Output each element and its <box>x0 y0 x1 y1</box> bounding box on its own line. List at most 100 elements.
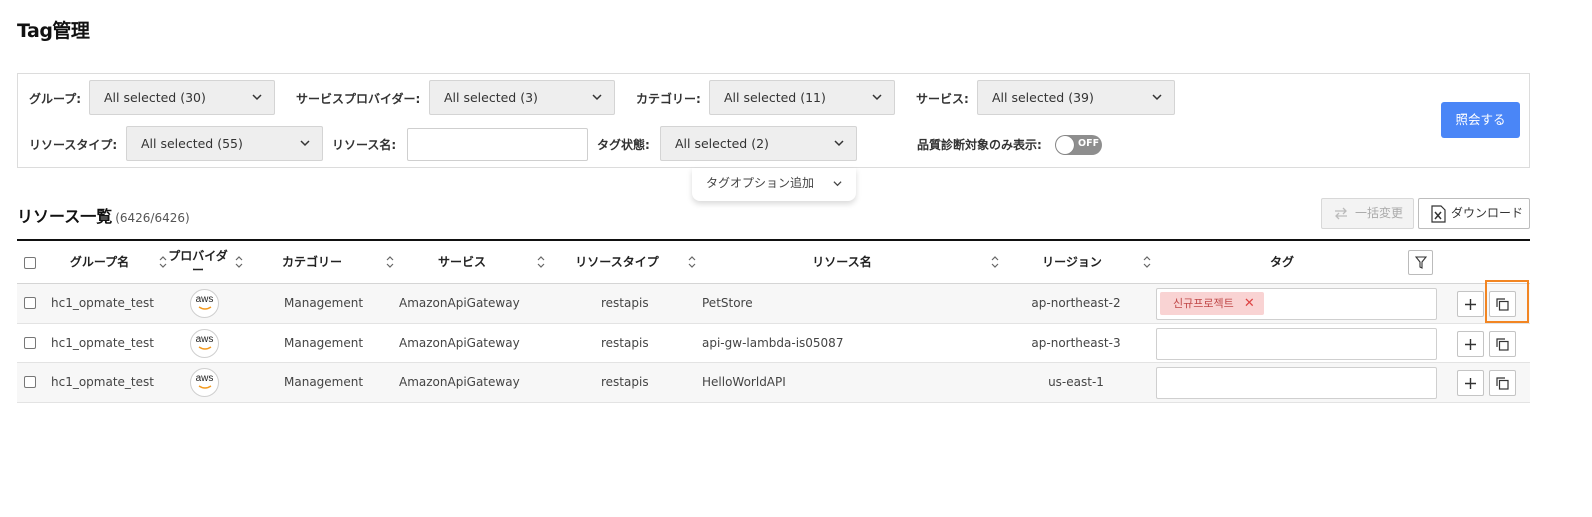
resource-name-input[interactable] <box>407 128 588 161</box>
aws-logo-text: aws <box>195 373 214 384</box>
add-tag-button[interactable] <box>1457 370 1484 396</box>
row-checkbox[interactable] <box>24 376 36 388</box>
chevron-down-icon <box>300 140 310 147</box>
column-header-region[interactable]: リージョン <box>1017 241 1127 284</box>
select-all-checkbox[interactable] <box>24 257 36 269</box>
tag-status-select-value: All selected (2) <box>675 136 769 151</box>
group-select-value: All selected (30) <box>104 90 206 105</box>
sort-icon[interactable] <box>991 255 999 269</box>
tag-status-filter-label: タグ状態: <box>597 138 650 152</box>
tag-filter-button[interactable] <box>1408 250 1433 275</box>
service-select[interactable]: All selected (39) <box>977 80 1175 115</box>
table-header: グループ名 プロバイダー カテゴリー サービス リソースタイプ リソース名 リー… <box>17 239 1530 284</box>
chevron-down-icon <box>252 94 262 101</box>
category-select-value: All selected (11) <box>724 90 826 105</box>
cell-service: AmazonApiGateway <box>399 296 520 310</box>
excel-icon <box>1431 205 1446 223</box>
cell-category: Management <box>284 335 364 350</box>
aws-logo: aws <box>190 289 219 318</box>
chevron-down-icon <box>833 181 842 187</box>
cell-region: ap-northeast-2 <box>1031 296 1121 310</box>
column-header-group[interactable]: グループ名 <box>57 241 142 284</box>
row-checkbox[interactable] <box>24 336 36 349</box>
page-title: Tag管理 <box>17 20 90 42</box>
cell-group: hc1_opmate_test <box>51 296 154 310</box>
toggle-knob <box>1056 136 1074 154</box>
cell-group: hc1_opmate_test <box>51 375 154 389</box>
sort-icon[interactable] <box>386 255 394 269</box>
toggle-state: OFF <box>1078 138 1100 149</box>
resource-type-select[interactable]: All selected (55) <box>126 126 323 161</box>
cell-group: hc1_opmate_test <box>51 335 154 350</box>
filter-icon <box>1415 256 1427 269</box>
resource-type-select-value: All selected (55) <box>141 136 243 151</box>
resource-list-title-text: リソース一覧 <box>17 207 113 226</box>
tag-input[interactable] <box>1156 367 1437 399</box>
copy-icon <box>1496 377 1509 390</box>
swap-icon <box>1335 207 1347 220</box>
row-checkbox[interactable] <box>24 297 36 309</box>
column-header-resource-type[interactable]: リソースタイプ <box>562 241 672 284</box>
column-header-service[interactable]: サービス <box>407 241 517 284</box>
cell-resource-name: PetStore <box>702 296 753 310</box>
tag-status-select[interactable]: All selected (2) <box>660 126 857 161</box>
cell-resource-type: restapis <box>601 375 649 389</box>
bulk-change-button[interactable]: 一括変更 <box>1321 198 1414 229</box>
cell-region: us-east-1 <box>1048 375 1104 389</box>
resource-count: (6426/6426) <box>115 211 190 225</box>
copy-tag-button[interactable] <box>1489 370 1516 396</box>
sort-icon[interactable] <box>1143 255 1151 269</box>
tag-option-label: タグオプション追加 <box>706 176 815 190</box>
download-label: ダウンロード <box>1451 206 1524 220</box>
chevron-down-icon <box>834 140 844 147</box>
cell-resource-name: api-gw-lambda-is05087 <box>702 335 844 350</box>
cell-service: AmazonApiGateway <box>399 375 520 389</box>
tag-option-toggle[interactable]: タグオプション追加 <box>692 168 856 201</box>
provider-select[interactable]: All selected (3) <box>429 80 615 115</box>
aws-logo: aws <box>190 368 219 397</box>
plus-icon <box>1465 338 1476 350</box>
resource-type-filter-label: リソースタイプ: <box>29 138 118 152</box>
cell-service: AmazonApiGateway <box>399 335 520 350</box>
sort-icon[interactable] <box>537 255 545 269</box>
cell-category: Management <box>284 375 364 389</box>
group-filter-label: グループ: <box>29 92 82 106</box>
tag-chip: 신규프로젝트 ✕ <box>1160 292 1264 315</box>
sort-icon[interactable] <box>159 255 167 269</box>
table-row: hc1_opmate_test aws Management AmazonApi… <box>17 363 1530 403</box>
table-row: hc1_opmate_test aws Management AmazonApi… <box>17 284 1530 324</box>
resource-table: グループ名 プロバイダー カテゴリー サービス リソースタイプ リソース名 リー… <box>17 239 1530 403</box>
add-tag-button[interactable] <box>1457 291 1484 317</box>
cell-resource-name: HelloWorldAPI <box>702 375 786 389</box>
cell-category: Management <box>284 296 364 310</box>
sort-icon[interactable] <box>688 255 696 269</box>
sort-icon[interactable] <box>235 255 243 269</box>
aws-logo-text: aws <box>195 294 214 305</box>
add-tag-button[interactable] <box>1457 330 1484 357</box>
quality-only-toggle[interactable]: OFF <box>1055 135 1102 155</box>
quality-only-label: 品質診断対象のみ表示: <box>917 138 1042 152</box>
category-select[interactable]: All selected (11) <box>709 80 895 115</box>
chevron-down-icon <box>872 94 882 101</box>
aws-logo-text: aws <box>195 333 214 345</box>
column-header-category[interactable]: カテゴリー <box>257 241 367 284</box>
chevron-down-icon <box>1152 94 1162 101</box>
resource-list-title: リソース一覧 (6426/6426) <box>17 203 190 227</box>
close-icon[interactable]: ✕ <box>1244 292 1255 315</box>
tag-input[interactable] <box>1156 327 1437 360</box>
provider-filter-label: サービスプロバイダー: <box>296 92 421 106</box>
column-header-resource-name[interactable]: リソース名 <box>737 241 947 284</box>
search-button[interactable]: 照会する <box>1441 102 1520 138</box>
resource-name-filter-label: リソース名: <box>332 138 397 152</box>
column-header-tag: タグ <box>1269 255 1294 269</box>
service-select-value: All selected (39) <box>992 90 1094 105</box>
tag-input[interactable]: 신규프로젝트 ✕ <box>1156 288 1437 320</box>
download-button[interactable]: ダウンロード <box>1418 198 1530 229</box>
cell-resource-type: restapis <box>601 296 649 310</box>
copy-tag-button[interactable] <box>1489 330 1516 357</box>
service-filter-label: サービス: <box>916 92 969 106</box>
category-filter-label: カテゴリー: <box>636 92 701 106</box>
chevron-down-icon <box>592 94 602 101</box>
aws-logo: aws <box>190 328 219 358</box>
group-select[interactable]: All selected (30) <box>89 80 275 115</box>
